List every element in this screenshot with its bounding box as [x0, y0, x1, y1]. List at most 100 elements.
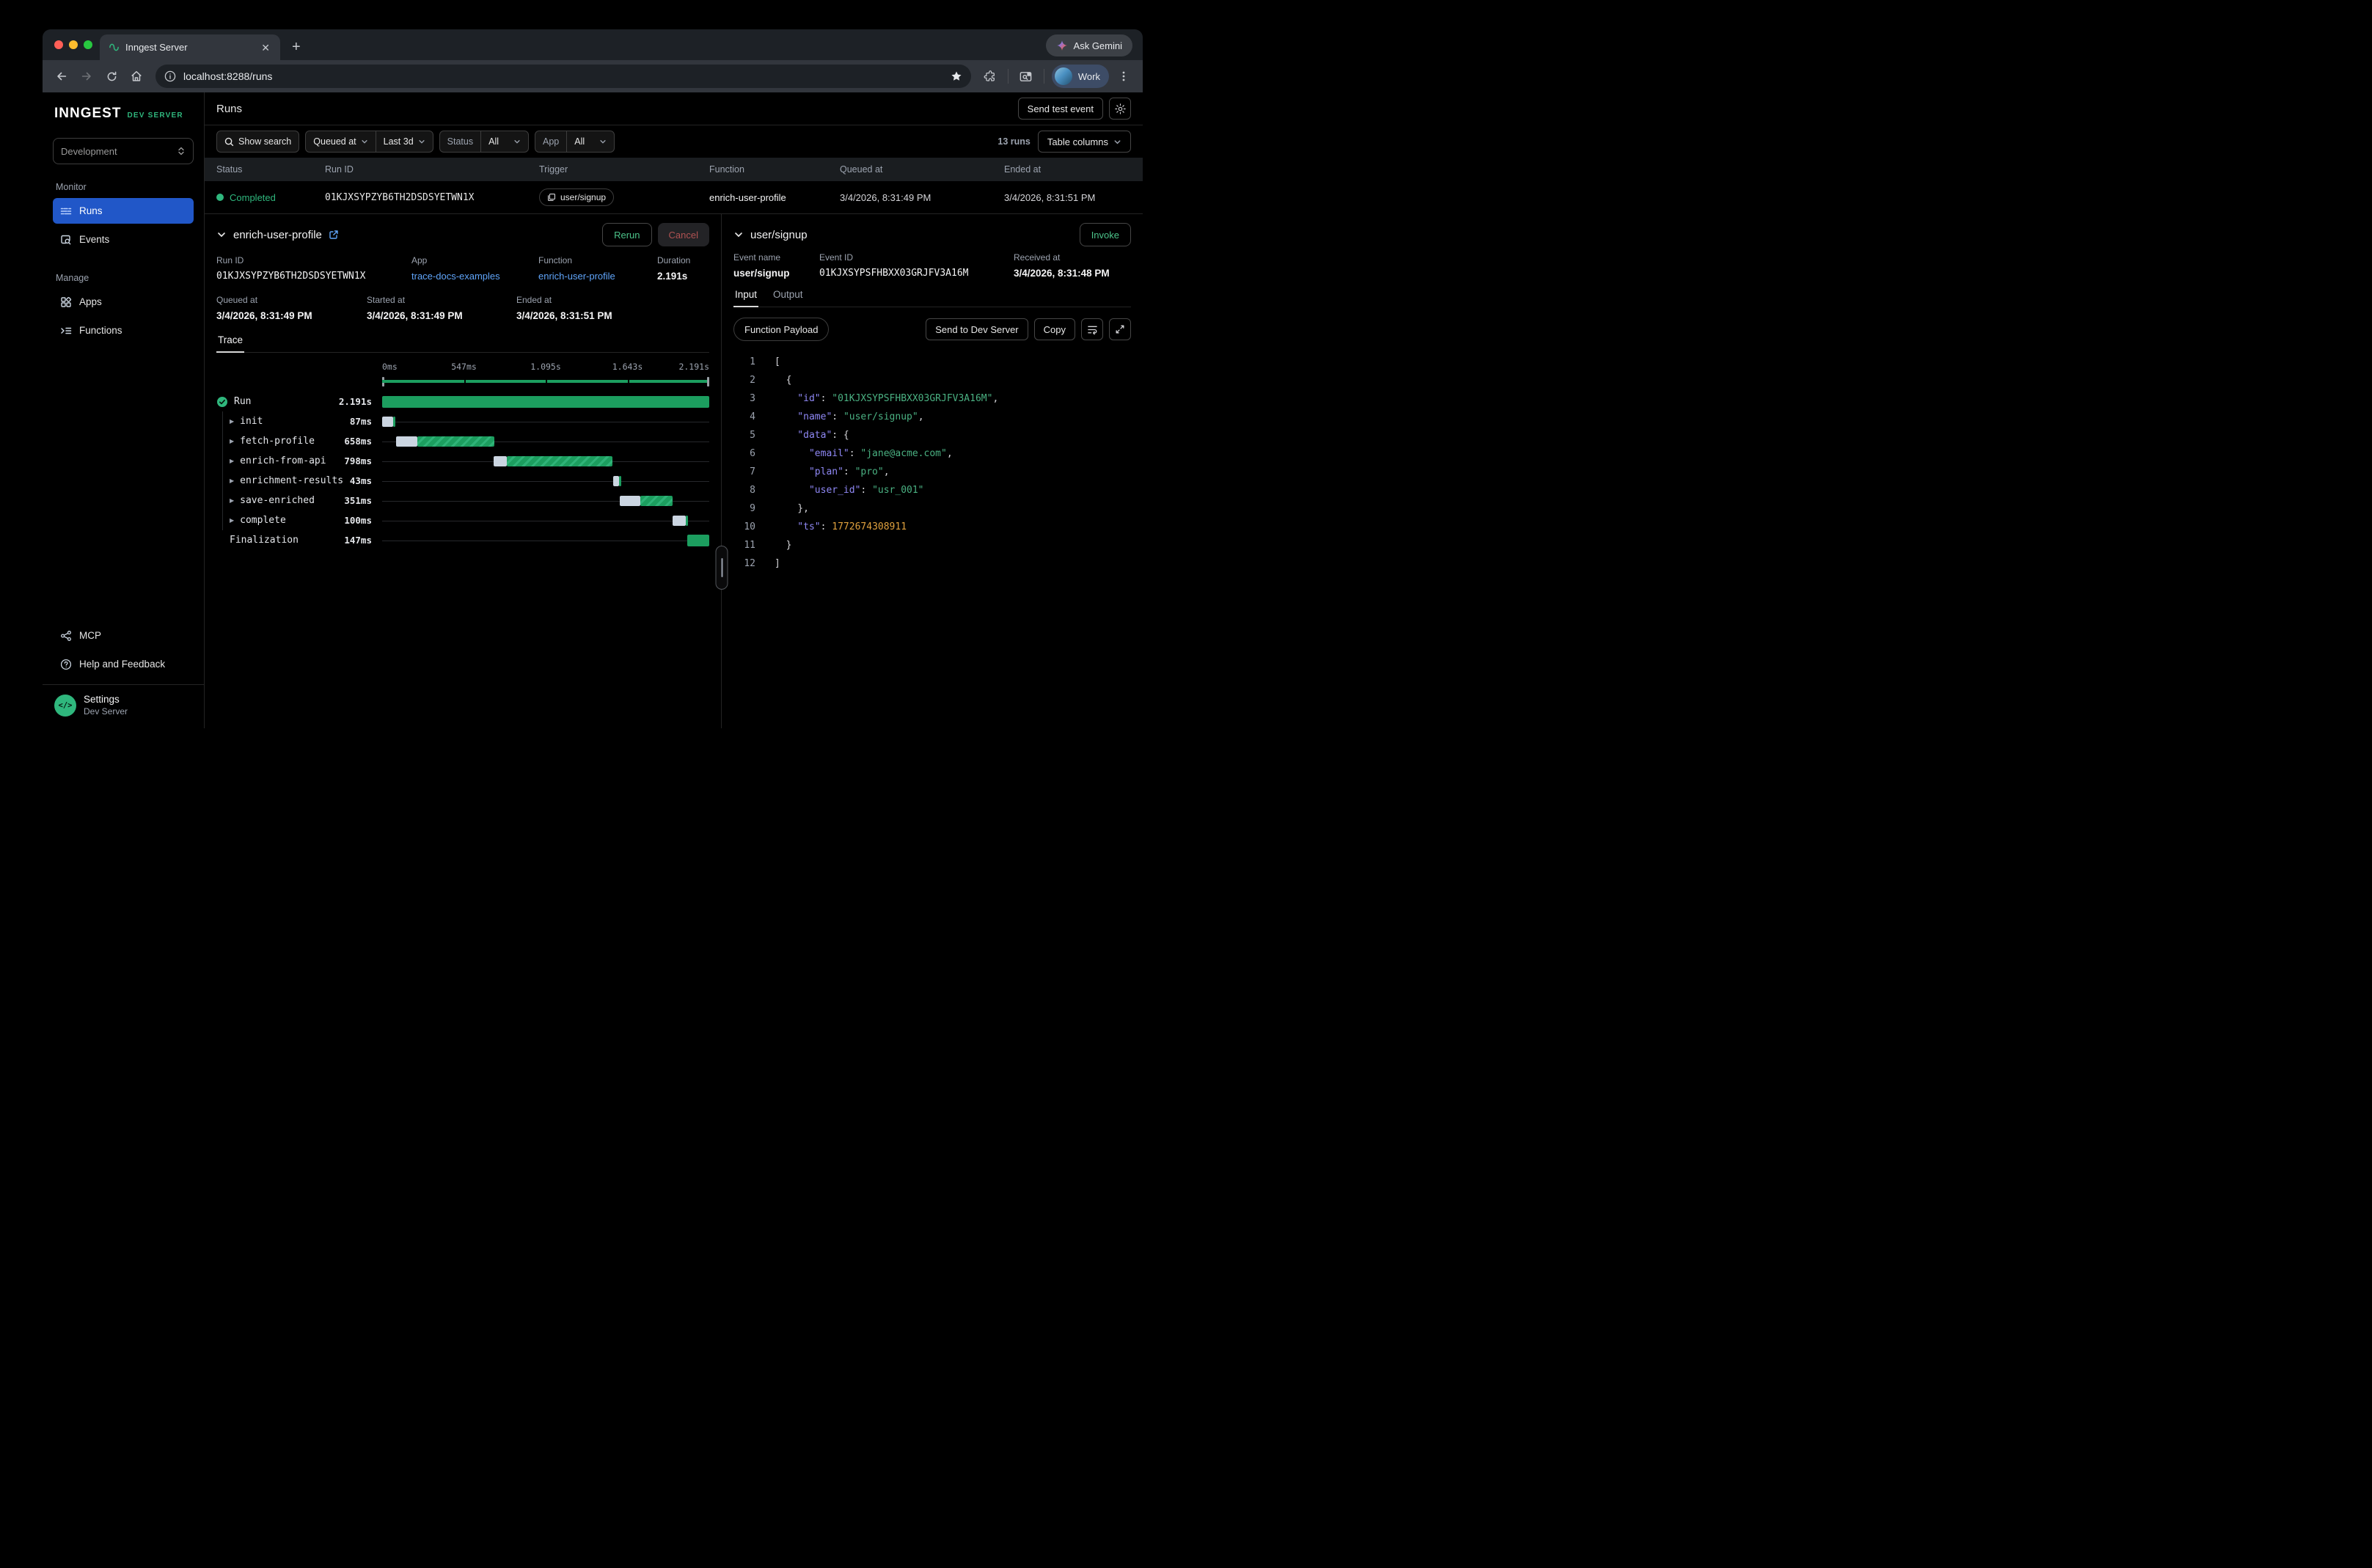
field-label: Ended at	[516, 295, 709, 305]
field-label: Duration	[657, 255, 709, 265]
new-tab-button[interactable]: +	[288, 39, 305, 56]
expand-step-icon[interactable]: ▶	[230, 438, 234, 444]
extensions-icon[interactable]	[980, 66, 1000, 87]
time-range-dropdown[interactable]: Last 3d	[376, 131, 433, 152]
sidebar-item-functions[interactable]: Functions	[53, 318, 194, 343]
settings-gear-button[interactable]	[1109, 98, 1131, 120]
settings-title: Settings	[84, 694, 128, 705]
table-row[interactable]: Completed 01KJXSYPZYB6TH2DSDSYETWN1X use…	[205, 181, 1143, 213]
runs-count: 13 runs	[998, 136, 1030, 147]
side-panel-search-icon[interactable]	[1016, 66, 1036, 87]
line-number: 6	[733, 444, 755, 463]
status-filter[interactable]: Status All	[439, 131, 529, 153]
sidebar-item-help[interactable]: Help and Feedback	[53, 651, 194, 677]
payload-code-editor[interactable]: 1[2 {3 "id": "01KJXSYPSFHBXX03GRJFV3A16M…	[733, 353, 1131, 573]
function-link[interactable]: enrich-user-profile	[538, 271, 657, 282]
environment-select[interactable]: Development	[53, 138, 194, 164]
trace-segment-queued	[613, 476, 619, 486]
close-window-button[interactable]	[54, 40, 63, 49]
reload-button[interactable]	[101, 66, 122, 87]
app-filter[interactable]: App All	[535, 131, 615, 153]
copy-button[interactable]: Copy	[1034, 318, 1075, 340]
trace-row-save-enriched[interactable]: ▶save-enriched351ms	[216, 491, 709, 510]
sidebar-item-label: Runs	[79, 205, 103, 216]
sidebar-item-apps[interactable]: Apps	[53, 289, 194, 315]
sidebar-item-settings[interactable]: </> Settings Dev Server	[53, 685, 194, 728]
rerun-button[interactable]: Rerun	[602, 223, 651, 246]
status-badge: Completed	[230, 192, 276, 203]
send-to-dev-server-button[interactable]: Send to Dev Server	[926, 318, 1028, 340]
collapse-event-chevron-icon[interactable]	[733, 230, 744, 240]
back-button[interactable]	[51, 66, 72, 87]
maximize-window-button[interactable]	[84, 40, 92, 49]
browser-menu-icon[interactable]	[1113, 66, 1134, 87]
profile-button[interactable]: Work	[1052, 65, 1109, 88]
expand-step-icon[interactable]: ▶	[230, 497, 234, 504]
cancel-button[interactable]: Cancel	[658, 223, 709, 246]
trace-step-label: complete	[240, 515, 286, 526]
minimap-right-handle[interactable]	[707, 377, 709, 386]
field-label: Queued at	[216, 295, 367, 305]
trace-bar-zone	[382, 431, 709, 451]
table-columns-button[interactable]: Table columns	[1038, 131, 1131, 153]
trace-step-label: enrichment-results	[240, 475, 343, 486]
external-link-icon[interactable]	[329, 230, 339, 240]
sidebar-item-events[interactable]: Events	[53, 227, 194, 252]
timeline-minimap[interactable]	[382, 376, 709, 387]
time-range-value: Last 3d	[384, 136, 414, 147]
status-filter-value: All	[488, 136, 499, 147]
sidebar-item-runs[interactable]: Runs	[53, 198, 194, 224]
expand-step-icon[interactable]: ▶	[230, 517, 234, 524]
trace-row-fetch-profile[interactable]: ▶fetch-profile658ms	[216, 431, 709, 451]
tab-input[interactable]: Input	[733, 289, 758, 307]
show-search-button[interactable]: Show search	[216, 131, 299, 153]
site-info-icon[interactable]	[164, 70, 176, 82]
inngest-wordmark: INNGEST	[54, 106, 121, 122]
panel-resize-handle[interactable]	[716, 546, 728, 590]
sidebar-item-label: Functions	[79, 325, 122, 336]
expand-step-icon[interactable]: ▶	[230, 418, 234, 425]
collapse-run-chevron-icon[interactable]	[216, 230, 227, 240]
trace-step-duration: 100ms	[344, 515, 372, 526]
expand-step-icon[interactable]: ▶	[230, 477, 234, 484]
tab-close-icon[interactable]: ✕	[258, 41, 273, 54]
ask-gemini-button[interactable]: Ask Gemini	[1046, 34, 1132, 56]
line-number: 4	[733, 408, 755, 426]
trace-bar-zone	[382, 491, 709, 510]
home-button[interactable]	[126, 66, 147, 87]
minimize-window-button[interactable]	[69, 40, 78, 49]
sidebar-item-label: Help and Feedback	[79, 659, 165, 670]
event-detail-panel: user/signup Invoke Event name user/signu…	[722, 214, 1143, 728]
trace-segment-hatched	[507, 456, 612, 466]
send-test-event-button[interactable]: Send test event	[1018, 98, 1103, 120]
url-bar[interactable]: localhost:8288/runs	[155, 65, 971, 88]
forward-button[interactable]	[76, 66, 97, 87]
trace-row-run[interactable]: Run2.191s	[216, 392, 709, 411]
expand-step-icon[interactable]: ▶	[230, 458, 234, 464]
trace-row-init[interactable]: ▶init87ms	[216, 411, 709, 431]
app-link[interactable]: trace-docs-examples	[411, 271, 538, 282]
word-wrap-button[interactable]	[1081, 318, 1103, 340]
trace-row-finalization[interactable]: Finalization147ms	[216, 530, 709, 550]
time-field-dropdown[interactable]: Queued at	[306, 131, 375, 152]
trace-row-enrich-from-api[interactable]: ▶enrich-from-api798ms	[216, 451, 709, 471]
tab-output[interactable]: Output	[772, 289, 805, 307]
tab-trace[interactable]: Trace	[216, 334, 244, 352]
event-id-value: 01KJXSYPSFHBXX03GRJFV3A16M	[819, 268, 1014, 279]
sidebar-item-label: Events	[79, 234, 109, 245]
bookmark-star-icon[interactable]	[946, 66, 967, 87]
trace-step-duration: 351ms	[344, 495, 372, 506]
tab-strip: Inngest Server ✕ + Ask Gemini	[43, 29, 1143, 60]
trace-row-complete[interactable]: ▶ complete 100ms	[216, 510, 709, 530]
browser-tab[interactable]: Inngest Server ✕	[100, 34, 280, 60]
tab-title: Inngest Server	[125, 42, 252, 53]
code-line: 11 }	[733, 536, 1131, 554]
expand-button[interactable]	[1109, 318, 1131, 340]
trace-row-enrichment-results[interactable]: ▶enrichment-results43ms	[216, 471, 709, 491]
status-dot	[216, 194, 224, 201]
field-label: App	[411, 255, 538, 265]
invoke-button[interactable]: Invoke	[1080, 223, 1131, 246]
sidebar-item-mcp[interactable]: MCP	[53, 623, 194, 648]
trigger-pill[interactable]: user/signup	[539, 188, 614, 206]
window-controls	[54, 40, 92, 49]
